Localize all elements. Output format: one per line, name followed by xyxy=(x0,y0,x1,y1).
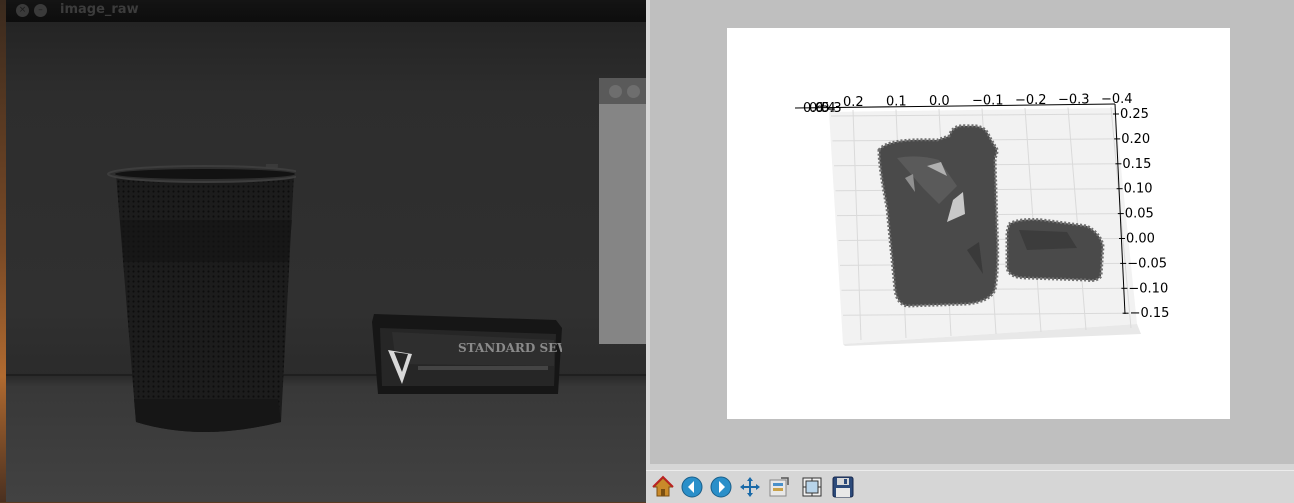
image-window-titlebar[interactable]: × – image_raw xyxy=(6,0,646,22)
product-label: STANDARD SEWED xyxy=(458,341,562,355)
home-icon[interactable] xyxy=(650,474,676,500)
x-tick-label: 0.2 xyxy=(843,95,864,110)
z-tick-label: 0.10 xyxy=(1124,182,1153,197)
close-icon[interactable] xyxy=(609,85,622,98)
minimize-icon[interactable]: – xyxy=(34,4,47,17)
point-cloud-eraser-box xyxy=(1005,218,1105,282)
z-tick-label: 0.25 xyxy=(1120,107,1149,122)
minimize-icon[interactable] xyxy=(627,85,640,98)
z-tick-label: −0.10 xyxy=(1128,281,1168,296)
plot-canvas[interactable]: 0.2 0.1 0.0 −0.1 −0.2 −0.3 −0.4 0.6 0.5 0.4 0.3 0.… xyxy=(727,28,1230,419)
eraser-box-object: STANDARD SEWED xyxy=(372,314,562,394)
x-tick-label: 0.1 xyxy=(886,95,907,110)
z-tick-label: 0.00 xyxy=(1126,232,1155,247)
x-tick-label: −0.3 xyxy=(1058,93,1090,108)
x-tick-label: −0.4 xyxy=(1101,92,1133,107)
camera-image: STANDARD SEWED xyxy=(6,22,646,502)
close-icon[interactable]: × xyxy=(16,4,29,17)
z-tick-label: 0.20 xyxy=(1121,132,1150,147)
x-tick-label: −0.1 xyxy=(972,94,1004,109)
z-tick-label: 0.05 xyxy=(1125,207,1154,222)
dialog-body xyxy=(599,104,649,344)
x-tick-label: −0.2 xyxy=(1015,93,1047,108)
x-tick-label: 0.0 xyxy=(929,94,950,109)
dialog-titlebar[interactable] xyxy=(599,78,649,104)
z-tick-label: −0.15 xyxy=(1130,306,1170,321)
point-cloud-pencil-cup xyxy=(877,124,1000,308)
configure-subplots-icon[interactable] xyxy=(766,474,792,500)
x-tick-label: 0.3 xyxy=(821,101,842,116)
pan-icon[interactable] xyxy=(737,474,763,500)
pencil-cup-object xyxy=(107,164,296,432)
figure-toolbar xyxy=(646,470,1294,503)
back-arrow-icon[interactable] xyxy=(679,474,705,500)
window-title: image_raw xyxy=(60,2,139,17)
image-raw-window: × – image_raw STANDARD SE xyxy=(6,0,646,502)
forward-arrow-icon[interactable] xyxy=(708,474,734,500)
save-icon[interactable] xyxy=(830,474,856,500)
3d-scatter-plot[interactable]: 0.2 0.1 0.0 −0.1 −0.2 −0.3 −0.40.60.50.40.3 0.… xyxy=(727,28,1230,419)
background-dialog[interactable] xyxy=(599,78,649,344)
z-tick-label: −0.05 xyxy=(1127,256,1167,271)
figure-window: 0.2 0.1 0.0 −0.1 −0.2 −0.3 −0.4 0.6 0.5 0.4 0.3 0.… xyxy=(646,0,1294,503)
edit-axes-icon[interactable] xyxy=(799,474,825,500)
z-tick-label: 0.15 xyxy=(1122,157,1151,172)
